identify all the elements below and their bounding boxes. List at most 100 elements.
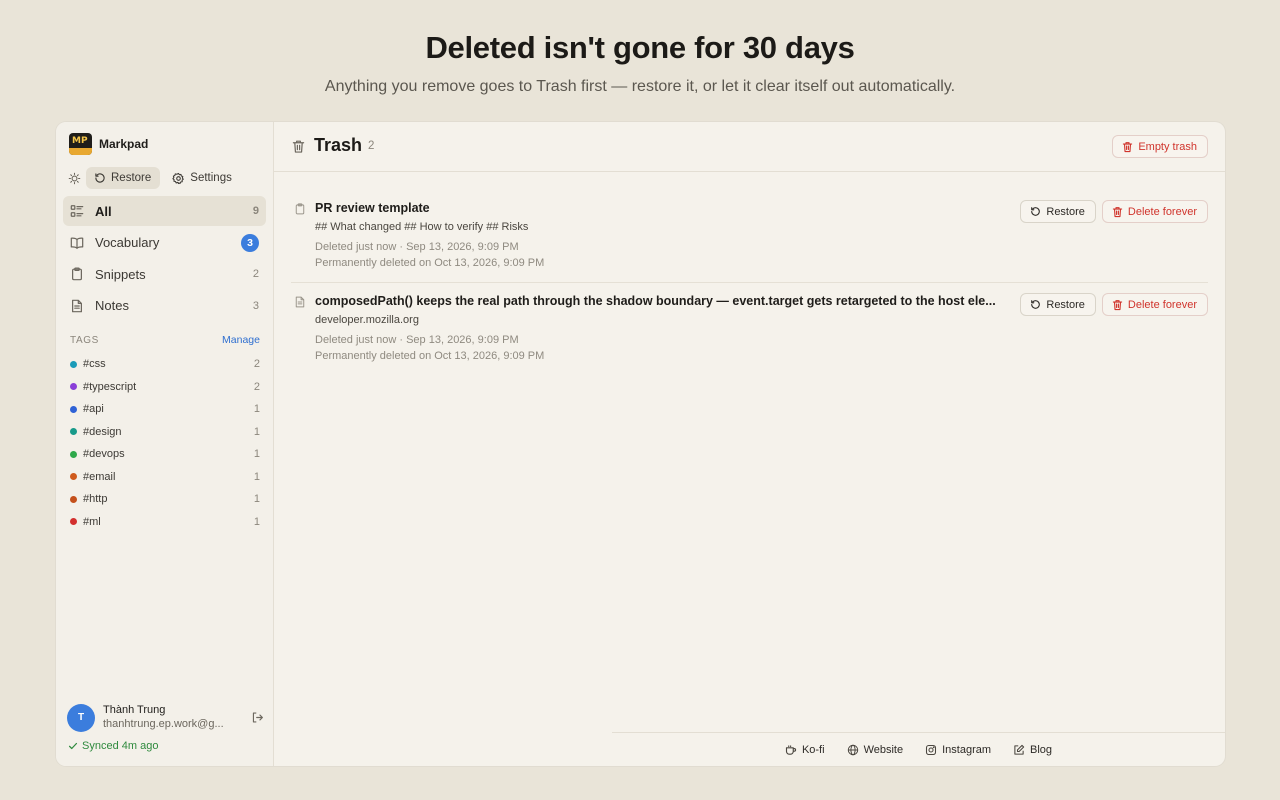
- avatar[interactable]: T: [67, 703, 95, 732]
- tag-label: #typescript: [83, 380, 137, 393]
- sidebar-item-snippets[interactable]: Snippets 2: [63, 259, 266, 289]
- sidebar-item-count: 3: [252, 299, 259, 312]
- sidebar-item-label: All: [95, 203, 112, 219]
- gear-icon: [172, 172, 185, 185]
- tag-item[interactable]: #devops 1: [70, 443, 260, 466]
- tag-item[interactable]: #ml 1: [70, 511, 260, 534]
- trash-list: PR review template ## What changed ## Ho…: [291, 190, 1208, 376]
- tag-item[interactable]: #css 2: [70, 353, 260, 376]
- list-item: composedPath() keeps the real path throu…: [291, 283, 1208, 376]
- sidebar: MP Markpad Restore Settings All 9 Vocabu…: [56, 122, 274, 766]
- instagram-icon: [925, 744, 937, 756]
- item-deleted-time: Deleted just now · Sep 13, 2026, 9:09 PM: [315, 241, 519, 253]
- user-profile: T Thành Trung thanhtrung.ep.work@g...: [67, 703, 267, 732]
- empty-trash-button[interactable]: Empty trash: [1112, 135, 1208, 158]
- tag-count: 1: [253, 425, 260, 438]
- sync-status: Synced 4m ago: [68, 740, 158, 752]
- instagram-link[interactable]: Instagram: [925, 744, 991, 756]
- item-deleted-time: Deleted just now · Sep 13, 2026, 9:09 PM: [315, 334, 519, 346]
- item-title: PR review template: [315, 201, 430, 215]
- item-permanent-deletion: Permanently deleted on Oct 13, 2026, 9:0…: [315, 350, 545, 362]
- restore-icon: [94, 172, 106, 184]
- item-preview: ## What changed ## How to verify ## Risk…: [315, 221, 529, 233]
- sidebar-item-label: Vocabulary: [95, 235, 160, 250]
- instagram-label: Instagram: [942, 743, 992, 756]
- sidebar-item-label: Notes: [95, 298, 129, 313]
- item-actions: Restore Delete forever: [1020, 200, 1208, 223]
- website-label: Website: [863, 743, 904, 756]
- tag-count: 1: [253, 515, 260, 528]
- trash-icon: [292, 139, 306, 155]
- app-window: MP Markpad Restore Settings All 9 Vocabu…: [56, 122, 1225, 766]
- delete-forever-button[interactable]: Delete forever: [1101, 293, 1208, 316]
- trash-icon: [1112, 206, 1123, 218]
- manage-tags-link[interactable]: Manage: [222, 334, 260, 346]
- book-icon: [70, 235, 86, 251]
- item-preview: developer.mozilla.org: [315, 314, 419, 326]
- sidebar-item-label: Snippets: [95, 266, 146, 282]
- delete-forever-label: Delete forever: [1127, 205, 1197, 218]
- note-icon: [294, 295, 306, 309]
- tag-item[interactable]: #typescript 2: [70, 376, 260, 399]
- sidebar-item-badge: 3: [241, 233, 259, 252]
- website-link[interactable]: Website: [847, 743, 904, 756]
- sidebar-toolbar: Restore Settings: [66, 167, 241, 189]
- page-title: Trash: [314, 135, 363, 155]
- tag-count: 1: [253, 470, 260, 483]
- coffee-cup-icon: [785, 744, 797, 756]
- restore-item-button[interactable]: Restore: [1020, 200, 1096, 223]
- tag-count: 1: [253, 493, 260, 506]
- tag-label: #ml: [83, 515, 101, 528]
- user-name: Thành Trung: [103, 704, 166, 716]
- trash-count: 2: [368, 140, 375, 152]
- sidebar-item-all[interactable]: All 9: [63, 196, 266, 226]
- restore-button[interactable]: Restore: [86, 167, 161, 189]
- tag-label: #api: [83, 403, 104, 416]
- blog-label: Blog: [1030, 743, 1053, 756]
- main-header: Trash 2 Empty trash: [274, 122, 1225, 172]
- kofi-label: Ko-fi: [801, 743, 825, 756]
- tags-list: #css 2 #typescript 2 #api 1 #design 1 #devop…: [70, 353, 260, 533]
- sidebar-item-notes[interactable]: Notes 3: [63, 291, 266, 321]
- tag-color-dot: [70, 473, 77, 481]
- globe-icon: [847, 744, 859, 756]
- tag-color-dot: [70, 495, 77, 503]
- tag-count: 2: [253, 358, 260, 371]
- restore-item-button[interactable]: Restore: [1020, 293, 1096, 316]
- tag-item[interactable]: #design 1: [70, 421, 260, 444]
- user-info: Thành Trung thanhtrung.ep.work@g...: [103, 703, 245, 732]
- user-email: thanhtrung.ep.work@g...: [103, 718, 224, 730]
- kofi-link[interactable]: Ko-fi: [785, 744, 825, 756]
- tag-color-dot: [70, 518, 77, 526]
- logout-icon[interactable]: [251, 710, 267, 726]
- theme-toggle-sun-icon[interactable]: [66, 170, 82, 186]
- blog-link[interactable]: Blog: [1013, 744, 1052, 756]
- tag-color-dot: [70, 405, 77, 413]
- footer-links: Ko-fi Website Instagram Blog: [612, 732, 1225, 766]
- tag-label: #css: [83, 358, 106, 371]
- sidebar-nav: All 9 Vocabulary 3 Snippets 2 Notes 3: [63, 196, 266, 322]
- tag-label: #email: [83, 470, 116, 483]
- tag-item[interactable]: #http 1: [70, 488, 260, 511]
- tag-count: 2: [253, 380, 260, 393]
- hero-title: Deleted isn't gone for 30 days: [425, 30, 855, 65]
- delete-forever-button[interactable]: Delete forever: [1101, 200, 1208, 223]
- settings-button[interactable]: Settings: [164, 167, 241, 189]
- sidebar-item-count: 2: [252, 268, 259, 280]
- sync-status-text: Synced 4m ago: [82, 740, 159, 752]
- note-icon: [70, 298, 86, 314]
- tag-item[interactable]: #api 1: [70, 398, 260, 421]
- sidebar-item-vocabulary[interactable]: Vocabulary 3: [63, 228, 266, 258]
- tag-color-dot: [70, 428, 77, 436]
- trash-icon: [1112, 299, 1123, 311]
- app-logo: MP: [69, 133, 92, 155]
- tag-label: #design: [83, 425, 122, 438]
- hero-subtitle: Anything you remove goes to Trash first …: [324, 78, 956, 95]
- hero: Deleted isn't gone for 30 days Anything …: [0, 30, 1280, 97]
- main-panel: Trash 2 Empty trash PR review template #…: [274, 122, 1225, 766]
- item-permanent-deletion: Permanently deleted on Oct 13, 2026, 9:0…: [315, 257, 545, 269]
- edit-note-icon: [1013, 744, 1025, 756]
- tag-item[interactable]: #email 1: [70, 466, 260, 489]
- delete-forever-label: Delete forever: [1127, 298, 1197, 311]
- restore-item-label: Restore: [1046, 205, 1085, 218]
